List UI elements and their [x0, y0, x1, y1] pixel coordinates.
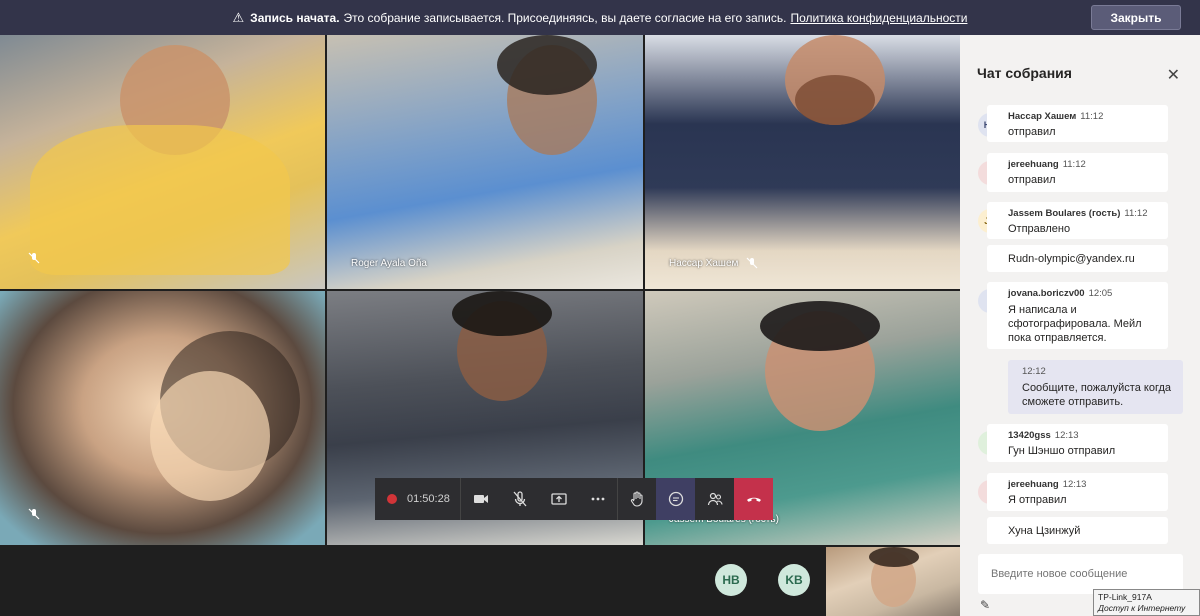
participant-video: [0, 291, 325, 545]
camera-button[interactable]: [461, 478, 500, 520]
video-grid: Roger Ayala Oña Нассар Хашем: [0, 35, 960, 545]
participant-video: [645, 35, 960, 289]
network-tooltip: TP-Link_917A Доступ к Интернету: [1093, 589, 1200, 616]
mic-off-icon: [28, 251, 40, 269]
message-time: 12:05: [1088, 288, 1113, 299]
message-time: 12:13: [1054, 430, 1079, 441]
recording-timer: 01:50:28: [375, 478, 461, 520]
message-author: jereehuang: [1008, 159, 1059, 170]
message-text: Хуна Цзинжуй: [1008, 525, 1081, 537]
meeting-chat-panel: Чат собрания ✕ HX Нассар Хашем11:12 отпр…: [960, 35, 1200, 616]
close-banner-button[interactable]: Закрыть: [1091, 5, 1181, 30]
meeting-control-bar: 01:50:28: [375, 478, 775, 520]
format-text-icon[interactable]: ✎: [980, 598, 990, 612]
more-actions-button[interactable]: [578, 478, 617, 520]
video-tile[interactable]: [0, 291, 325, 545]
participant-avatar[interactable]: HB: [715, 564, 747, 596]
chat-message: jereehuang 11:12 отправил: [987, 153, 1168, 192]
recording-notice-text: Это собрание записывается. Присоединяясь…: [343, 10, 787, 25]
chat-message: jereehuang 12:13 Я отправил: [987, 473, 1168, 511]
message-time: 11:12: [1124, 208, 1148, 219]
message-time: 11:12: [1062, 159, 1086, 170]
chat-button[interactable]: [656, 478, 695, 520]
hangup-button[interactable]: [734, 478, 773, 520]
message-text: отправил: [1008, 126, 1056, 138]
chat-message: 13420gss 12:13 Гун Шэншо отправил: [987, 424, 1168, 462]
share-screen-icon: [550, 493, 567, 505]
meeting-timer: 01:50:28: [407, 493, 450, 505]
network-status: Доступ к Интернету: [1098, 603, 1186, 613]
message-author: 13420gss: [1008, 430, 1051, 441]
warning-icon: ⚠: [232, 9, 245, 25]
camera-icon: [473, 495, 488, 503]
participants-icon: [707, 492, 723, 506]
participant-avatar[interactable]: KB: [778, 564, 810, 596]
recording-banner: ⚠ Запись начата. Это собрание записывает…: [0, 0, 1200, 35]
chat-icon: [668, 491, 683, 507]
message-time: 12:12: [1022, 366, 1046, 377]
chat-message: Jassem Boulares (гость) 11:12 Отправлено: [987, 202, 1168, 239]
hangup-icon: [746, 497, 761, 502]
message-author: Jassem Boulares (гость): [1008, 208, 1121, 219]
mic-button[interactable]: [500, 478, 539, 520]
mic-off-icon: [513, 491, 526, 507]
chat-title: Чат собрания: [977, 65, 1072, 81]
more-icon: [591, 497, 604, 501]
participant-video: [0, 35, 325, 289]
participant-video: [327, 35, 643, 289]
message-text: отправил: [1008, 174, 1056, 186]
message-text: Я отправил: [1008, 494, 1067, 506]
bottom-strip: HB KB: [0, 545, 960, 616]
video-tile[interactable]: Нассар Хашем: [645, 35, 960, 289]
participants-button[interactable]: [695, 478, 734, 520]
message-time: 12:13: [1062, 479, 1087, 490]
chat-message: jovana.boriczv00 12:05 Я написала и сфото…: [987, 282, 1168, 349]
close-chat-icon[interactable]: ✕: [1167, 65, 1180, 85]
message-author: jereehuang: [1008, 479, 1059, 490]
message-time: 11:12: [1080, 111, 1104, 122]
message-text: Rudn-olympic@yandex.ru: [1008, 253, 1135, 265]
mic-off-icon: [28, 507, 40, 525]
participant-name-label: Roger Ayala Oña: [351, 258, 427, 269]
message-author: Нассар Хашем: [1008, 111, 1077, 122]
participant-name: Roger Ayala Oña: [351, 258, 427, 269]
participant-name-label: Нассар Хашем: [669, 257, 758, 269]
recording-started-label: Запись начата.: [250, 10, 340, 25]
video-tile[interactable]: Roger Ayala Oña: [327, 35, 643, 289]
share-screen-button[interactable]: [539, 478, 578, 520]
message-text: Отправлено: [1008, 223, 1071, 235]
recording-dot-icon: [387, 494, 397, 504]
privacy-policy-link[interactable]: Политика конфиденциальности: [790, 11, 967, 25]
network-name: TP-Link_917A: [1098, 592, 1152, 602]
chat-message-own: 12:12 Сообщите, пожалуйста когда сможете…: [1008, 360, 1183, 414]
chat-message: Нассар Хашем 11:12 отправил: [987, 105, 1168, 142]
teams-meeting-window: ⚠ Запись начата. Это собрание записывает…: [0, 0, 1200, 616]
raise-hand-icon: [630, 491, 643, 507]
message-text: Я написала и сфотографировала. Мейл пока…: [1008, 304, 1142, 344]
mic-off-icon: [746, 257, 758, 269]
message-text: Гун Шэншо отправил: [1008, 445, 1116, 457]
message-text: Сообщите, пожалуйста когда сможете отпра…: [1022, 382, 1172, 408]
video-tile[interactable]: [0, 35, 325, 289]
new-message-input[interactable]: [978, 554, 1183, 594]
participant-name: Нассар Хашем: [669, 257, 739, 269]
chat-message: Хуна Цзинжуй: [987, 517, 1168, 544]
raise-hand-button[interactable]: [617, 478, 656, 520]
self-view-video[interactable]: [826, 547, 960, 616]
message-author: jovana.boriczv00: [1008, 288, 1085, 299]
chat-message: Rudn-olympic@yandex.ru: [987, 245, 1168, 272]
